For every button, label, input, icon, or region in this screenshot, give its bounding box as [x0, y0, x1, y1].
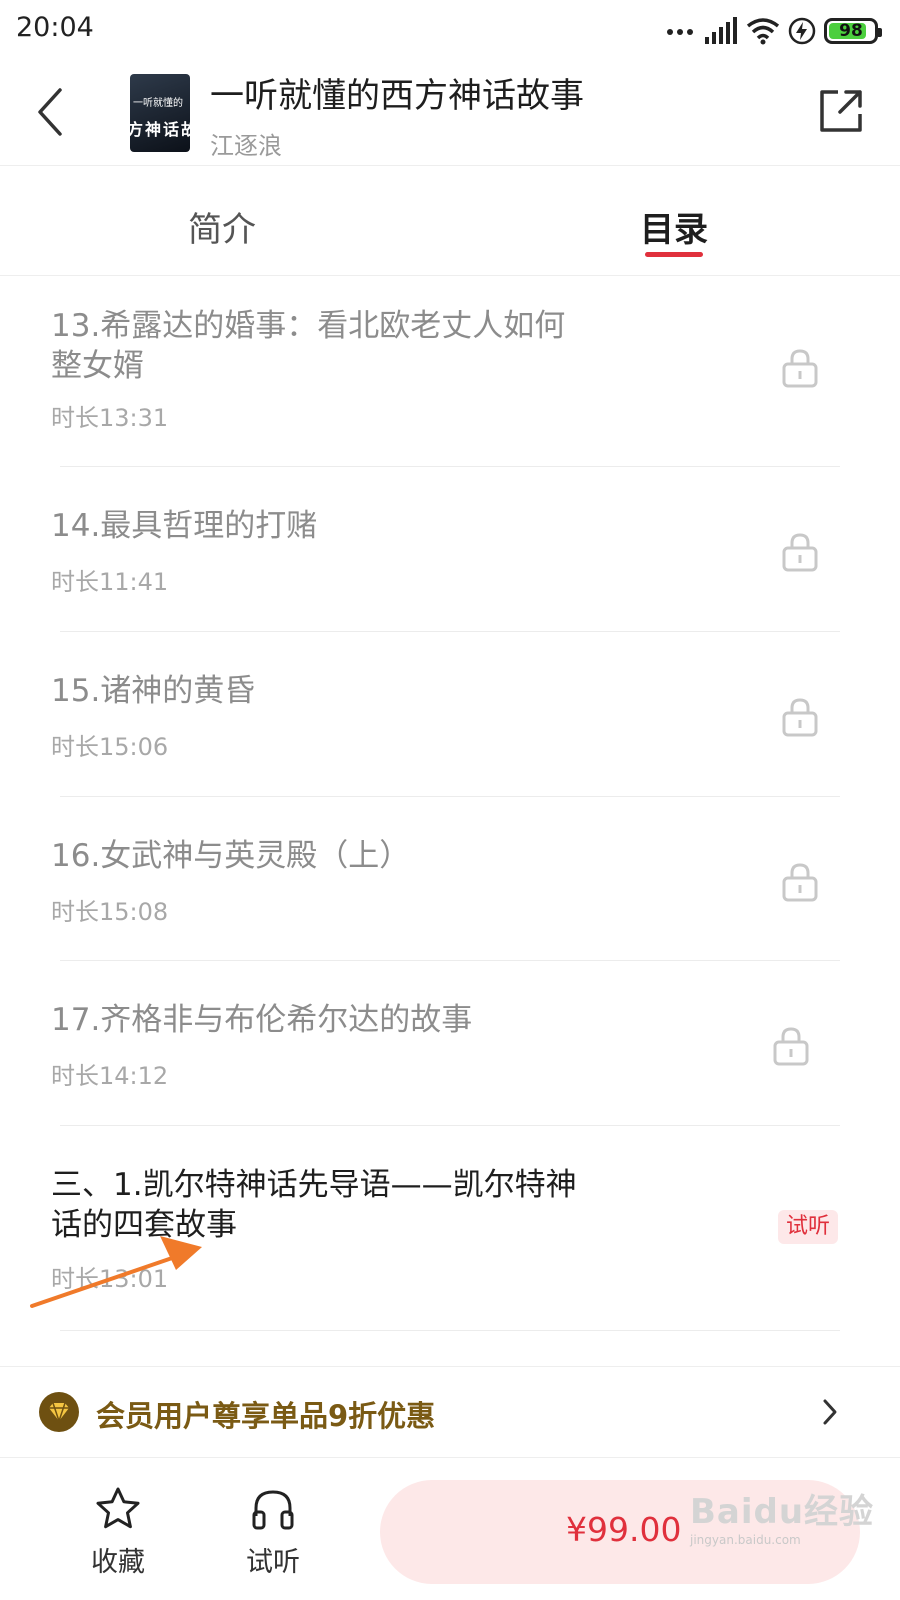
tab-bar: 简介 目录	[0, 166, 900, 276]
headphones-icon	[252, 1490, 294, 1530]
episode-title: 三、1.凯尔特神话先导语——凯尔特神话的四套故事	[51, 1167, 577, 1243]
episode-title: 17.齐格非与布伦希尔达的故事	[51, 1002, 473, 1038]
episode-title: 13.希露达的婚事：看北欧老丈人如何整女婿	[51, 308, 566, 384]
episode-duration: 时长13:31	[51, 404, 169, 432]
buy-button[interactable]: ¥99.00	[380, 1480, 860, 1584]
preview-badge[interactable]: 试听	[778, 1210, 838, 1244]
wifi-icon	[746, 18, 780, 45]
vip-diamond-icon	[39, 1392, 79, 1432]
author-name: 江逐浪	[210, 132, 282, 160]
episode-duration: 时长11:41	[51, 568, 169, 596]
header: 一听就懂的 方神话故 一听就懂的西方神话故事 江逐浪	[0, 62, 900, 166]
bottom-action-bar: 收藏 试听 ¥99.00	[0, 1458, 900, 1600]
list-item[interactable]: 三、1.凯尔特神话先导语——凯尔特神话的四套故事 时长13:01 试听	[0, 1125, 900, 1331]
status-icons: 98	[666, 14, 882, 48]
episode-duration: 时长14:12	[51, 1062, 169, 1090]
tab-catalog[interactable]: 目录	[640, 202, 708, 251]
cellular-signal-icon	[705, 17, 737, 44]
episode-title: 15.诸神的黄昏	[51, 673, 256, 709]
vip-banner-text: 会员用户尊享单品9折优惠	[96, 1399, 436, 1433]
status-time: 20:04	[16, 12, 94, 43]
signal-dots-icon	[667, 29, 693, 35]
divider	[60, 1330, 840, 1331]
lock-icon	[782, 698, 818, 737]
favorite-label: 收藏	[91, 1547, 145, 1578]
preview-button[interactable]: 试听	[228, 1476, 318, 1586]
episode-title: 14.最具哲理的打赌	[51, 508, 318, 544]
tab-intro[interactable]: 简介	[188, 202, 256, 251]
chevron-left-icon	[38, 88, 62, 136]
vip-discount-banner[interactable]: 会员用户尊享单品9折优惠	[0, 1366, 900, 1458]
list-item[interactable]: 13.希露达的婚事：看北欧老丈人如何整女婿 时长13:31	[0, 276, 900, 467]
battery-level: 98	[839, 21, 863, 41]
favorite-button[interactable]: 收藏	[73, 1476, 163, 1586]
status-bar: 20:04 98	[0, 0, 900, 62]
lock-icon	[773, 1027, 809, 1066]
battery-icon: 98	[824, 18, 882, 44]
episode-duration: 时长15:08	[51, 898, 169, 926]
active-tab-indicator	[645, 252, 703, 257]
episode-duration: 时长15:06	[51, 733, 169, 761]
book-cover: 一听就懂的 方神话故	[130, 74, 190, 152]
list-item[interactable]: 14.最具哲理的打赌 时长11:41	[0, 466, 900, 632]
episode-title: 16.女武神与英灵殿（上）	[51, 838, 411, 874]
cover-text-line1: 一听就懂的	[133, 98, 183, 109]
list-item[interactable]: 17.齐格非与布伦希尔达的故事 时长14:12	[0, 960, 900, 1126]
price-label: ¥99.00	[566, 1510, 682, 1549]
cover-text-line2: 方神话故	[130, 120, 190, 139]
episode-duration: 时长13:01	[51, 1265, 169, 1293]
preview-label: 试听	[246, 1547, 300, 1578]
lock-icon	[782, 863, 818, 902]
lock-icon	[782, 533, 818, 572]
chevron-right-icon	[823, 1399, 837, 1425]
catalog-list[interactable]: 13.希露达的婚事：看北欧老丈人如何整女婿 时长13:31 14.最具哲理的打赌…	[0, 276, 900, 1366]
list-item[interactable]: 16.女武神与英灵殿（上） 时长15:08	[0, 796, 900, 961]
page-title: 一听就懂的西方神话故事	[210, 76, 584, 116]
lock-icon	[782, 349, 818, 388]
list-item[interactable]: 15.诸神的黄昏 时长15:06	[0, 631, 900, 797]
share-icon	[820, 90, 862, 132]
share-button[interactable]	[816, 86, 866, 136]
star-icon	[96, 1487, 140, 1529]
back-button[interactable]	[30, 84, 70, 140]
charging-icon	[788, 17, 816, 45]
